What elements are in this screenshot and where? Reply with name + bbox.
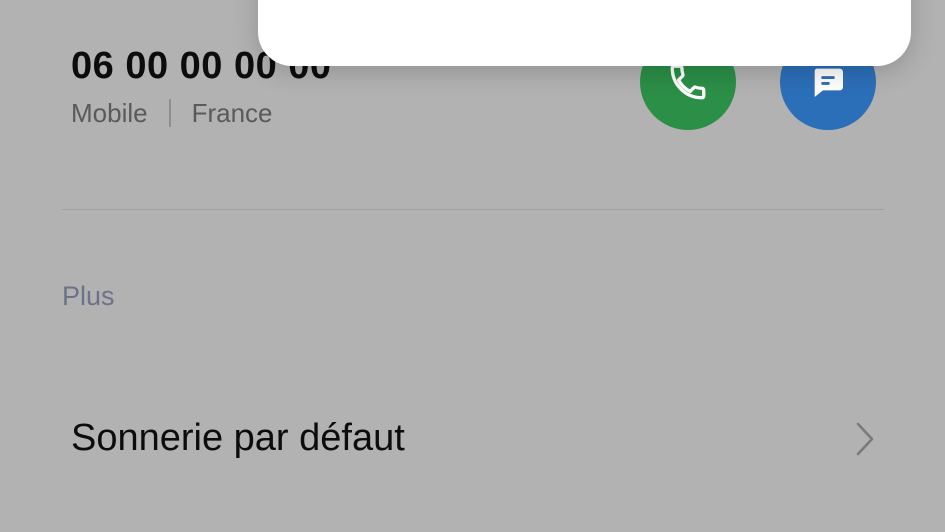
ringtone-label: Sonnerie par défaut — [71, 417, 405, 459]
meta-divider — [168, 99, 171, 127]
more-section-title: Plus — [62, 281, 115, 311]
country-label: France — [191, 97, 273, 128]
message-icon — [814, 68, 843, 97]
popup-sheet[interactable] — [258, 0, 911, 66]
chevron-right-icon — [856, 422, 874, 456]
default-ringtone-row[interactable]: Sonnerie par défaut — [0, 400, 945, 480]
phone-icon — [670, 64, 706, 100]
phone-meta: Mobile France — [71, 97, 273, 129]
section-divider — [62, 209, 884, 210]
number-type-label: Mobile — [71, 97, 148, 128]
